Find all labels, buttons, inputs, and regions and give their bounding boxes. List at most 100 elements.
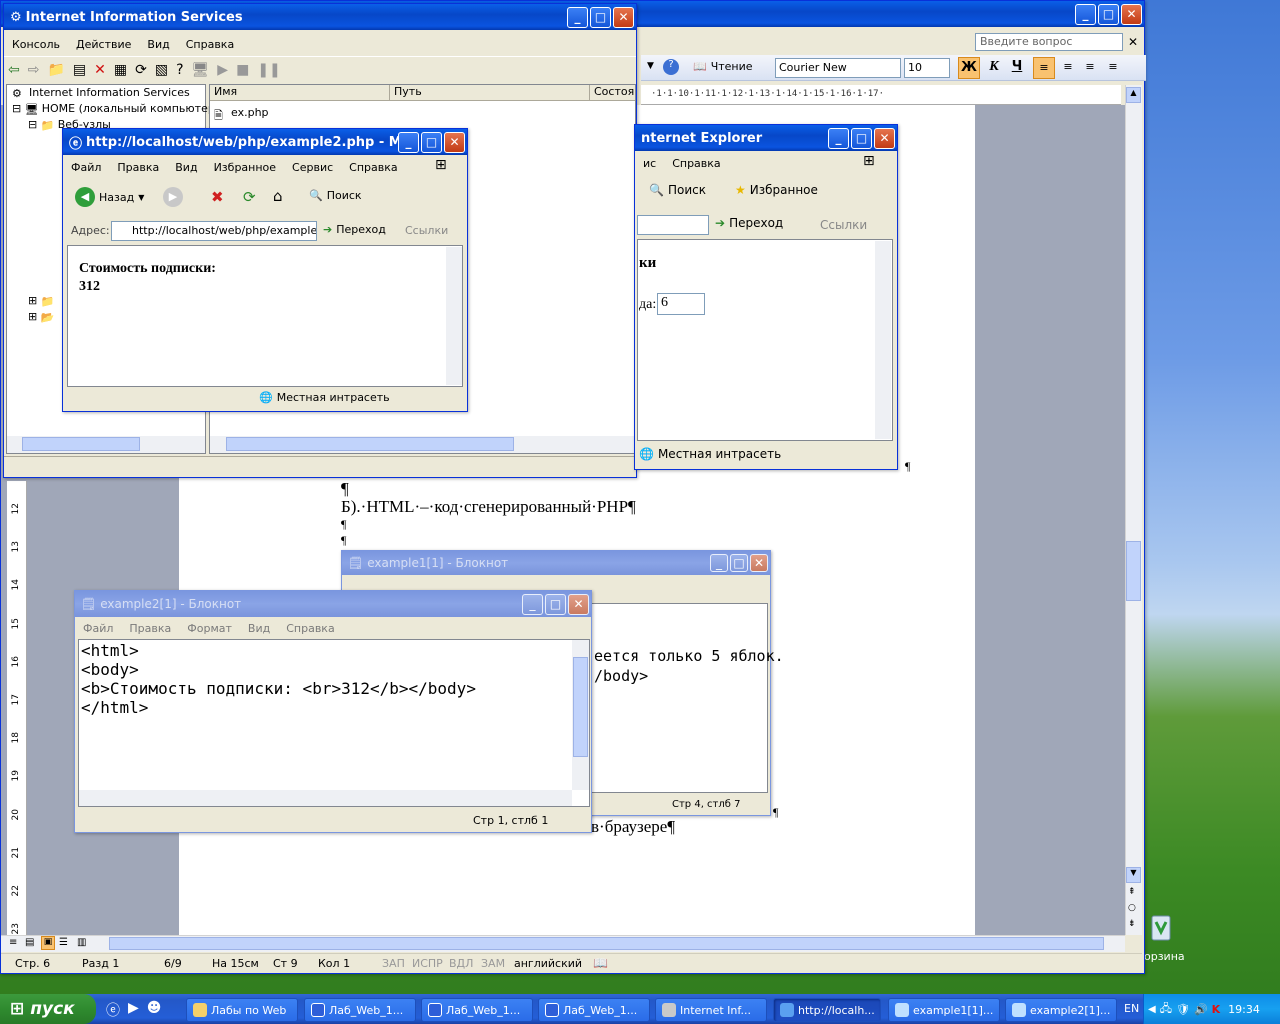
pause-icon[interactable]: ❚❚ bbox=[257, 62, 280, 78]
address-field[interactable] bbox=[637, 215, 709, 235]
vertical-scrollbar[interactable] bbox=[1125, 85, 1142, 935]
print-view-icon[interactable]: ▣ bbox=[41, 936, 55, 950]
italic-button[interactable]: К bbox=[983, 57, 1005, 79]
browse-object-icon[interactable]: ○ bbox=[1128, 903, 1136, 913]
reading-view-icon[interactable]: ▥ bbox=[77, 937, 86, 948]
menu-file[interactable]: Файл bbox=[63, 161, 109, 174]
font-size-select[interactable]: 10 bbox=[904, 58, 950, 78]
np2-text-area[interactable] bbox=[78, 639, 590, 807]
status-trk[interactable]: ИСПР bbox=[412, 957, 443, 970]
volume-icon[interactable]: 🔊 bbox=[1194, 1003, 1208, 1016]
maximize-button[interactable]: □ bbox=[730, 554, 748, 572]
status-rec[interactable]: ЗАП bbox=[382, 957, 405, 970]
clock[interactable]: 19:34 bbox=[1228, 1003, 1260, 1016]
ie-quicklaunch-icon[interactable]: ⓔ bbox=[106, 1000, 120, 1020]
menu-tools[interactable]: ис bbox=[635, 157, 664, 170]
maximize-button[interactable]: □ bbox=[421, 131, 442, 153]
align-right-icon[interactable]: ≡ bbox=[1079, 57, 1101, 79]
menu-help[interactable]: Справка bbox=[278, 622, 342, 635]
close-doc-icon[interactable]: ✕ bbox=[1128, 35, 1138, 49]
minimize-button[interactable]: _ bbox=[567, 6, 588, 28]
favorites-button[interactable]: ★ Избранное bbox=[735, 183, 818, 197]
computer-icon[interactable]: 🖥 bbox=[192, 62, 210, 78]
refresh-icon[interactable]: ⟳ bbox=[243, 188, 256, 206]
start-button[interactable]: ⊞ пуск bbox=[0, 994, 96, 1024]
close-button[interactable]: ✕ bbox=[874, 127, 895, 149]
ie1-scrollbar[interactable] bbox=[875, 241, 891, 439]
export-icon[interactable]: ▧ bbox=[155, 62, 168, 78]
back-button[interactable]: ◀ Назад ▼ bbox=[75, 187, 144, 207]
menu-favorites[interactable]: Избранное bbox=[206, 161, 284, 174]
delete-icon[interactable]: ✕ bbox=[94, 62, 106, 78]
status-ovr[interactable]: ЗАМ bbox=[481, 957, 505, 970]
tree-node-home[interactable]: ⊟ 🖥 HOME (локальный компьютер) bbox=[12, 102, 219, 116]
links-button[interactable]: Ссылки bbox=[820, 218, 867, 232]
status-lang[interactable]: английский bbox=[514, 957, 582, 970]
home-icon[interactable]: ⌂ bbox=[273, 187, 283, 205]
search-button[interactable]: 🔍 Поиск bbox=[649, 183, 706, 197]
taskbar-item[interactable]: Лаб_Web_1... bbox=[538, 998, 650, 1022]
dropdown-arrow-icon[interactable]: ▼ bbox=[138, 193, 144, 202]
menu-format[interactable]: Формат bbox=[179, 622, 240, 635]
help-icon[interactable]: ? bbox=[663, 59, 679, 75]
taskbar-item[interactable]: example1[1]... bbox=[888, 998, 1000, 1022]
taskbar-item[interactable]: Лаб_Web_1... bbox=[304, 998, 416, 1022]
minimize-button[interactable]: _ bbox=[522, 593, 543, 615]
close-button[interactable]: ✕ bbox=[1121, 3, 1142, 25]
minimize-button[interactable]: _ bbox=[398, 131, 419, 153]
web-view-icon[interactable]: ▤ bbox=[25, 937, 34, 948]
taskbar-item[interactable]: Internet Inf... bbox=[655, 998, 767, 1022]
language-indicator[interactable]: EN bbox=[1124, 1002, 1139, 1015]
menu-help[interactable]: Справка bbox=[664, 157, 728, 170]
stop-icon[interactable]: ■ bbox=[236, 62, 249, 78]
scroll-thumb[interactable] bbox=[573, 657, 588, 757]
links-button[interactable]: Ссылки bbox=[405, 224, 448, 237]
read-button[interactable]: 📖 Чтение bbox=[693, 60, 753, 73]
menu-file[interactable]: Файл bbox=[75, 622, 121, 635]
messenger-icon[interactable]: ☻ bbox=[147, 1000, 162, 1020]
search-button[interactable]: 🔍 Поиск bbox=[309, 189, 362, 202]
next-page-icon[interactable]: ⇟ bbox=[1128, 919, 1136, 929]
col-name[interactable]: Имя bbox=[210, 85, 390, 100]
forward-arrow-icon[interactable]: ▶ bbox=[163, 187, 183, 207]
address-input[interactable]: http://localhost/web/php/example bbox=[111, 221, 317, 241]
antivirus-icon[interactable]: K bbox=[1212, 1003, 1221, 1016]
align-center-icon[interactable]: ≡ bbox=[1057, 57, 1079, 79]
hscroll-thumb[interactable] bbox=[109, 937, 1104, 950]
go-button[interactable]: ➔ Переход bbox=[323, 223, 386, 236]
font-name-select[interactable]: Courier New bbox=[775, 58, 901, 78]
back-arrow-icon[interactable]: ⇦ bbox=[8, 62, 20, 78]
menu-help[interactable]: Справка bbox=[178, 38, 242, 51]
underline-button[interactable]: Ч bbox=[1006, 57, 1028, 79]
tray-expand-icon[interactable]: ◀ bbox=[1148, 1004, 1156, 1015]
close-button[interactable]: ✕ bbox=[444, 131, 465, 153]
ask-question-field[interactable]: Введите вопрос bbox=[975, 33, 1123, 51]
maximize-button[interactable]: □ bbox=[545, 593, 566, 615]
status-ext[interactable]: ВДЛ bbox=[449, 957, 473, 970]
bold-button[interactable]: Ж bbox=[958, 57, 980, 79]
network-icon[interactable]: 🖧 bbox=[1160, 1000, 1172, 1019]
media-player-icon[interactable]: ▶ bbox=[128, 1000, 139, 1020]
tree-root[interactable]: ⚙ Internet Information Services bbox=[12, 86, 190, 100]
taskbar-item[interactable]: Лаб_Web_1... bbox=[421, 998, 533, 1022]
np2-hscrollbar[interactable] bbox=[79, 790, 572, 806]
maximize-button[interactable]: □ bbox=[851, 127, 872, 149]
maximize-button[interactable]: □ bbox=[590, 6, 611, 28]
tree-node-collapsed[interactable]: ⊞ 📁 bbox=[28, 294, 58, 308]
outline-view-icon[interactable]: ☰ bbox=[59, 937, 68, 948]
minimize-button[interactable]: _ bbox=[710, 554, 728, 572]
forward-arrow-icon[interactable]: ⇨ bbox=[28, 62, 40, 78]
justify-icon[interactable]: ≡ bbox=[1102, 57, 1124, 79]
close-button[interactable]: ✕ bbox=[568, 593, 589, 615]
spelling-icon[interactable]: 📖 bbox=[593, 956, 608, 970]
menu-edit[interactable]: Правка bbox=[121, 622, 179, 635]
play-icon[interactable]: ▶ bbox=[217, 62, 228, 78]
menu-edit[interactable]: Правка bbox=[109, 161, 167, 174]
scroll-thumb[interactable] bbox=[22, 437, 140, 451]
stop-icon[interactable]: ✖ bbox=[211, 188, 224, 206]
taskbar-item[interactable]: http://localh... bbox=[773, 998, 881, 1022]
show-tree-icon[interactable]: ▤ bbox=[73, 62, 86, 78]
scroll-thumb[interactable] bbox=[226, 437, 514, 451]
col-state[interactable]: Состоя bbox=[590, 85, 635, 100]
menu-view[interactable]: Вид bbox=[167, 161, 205, 174]
